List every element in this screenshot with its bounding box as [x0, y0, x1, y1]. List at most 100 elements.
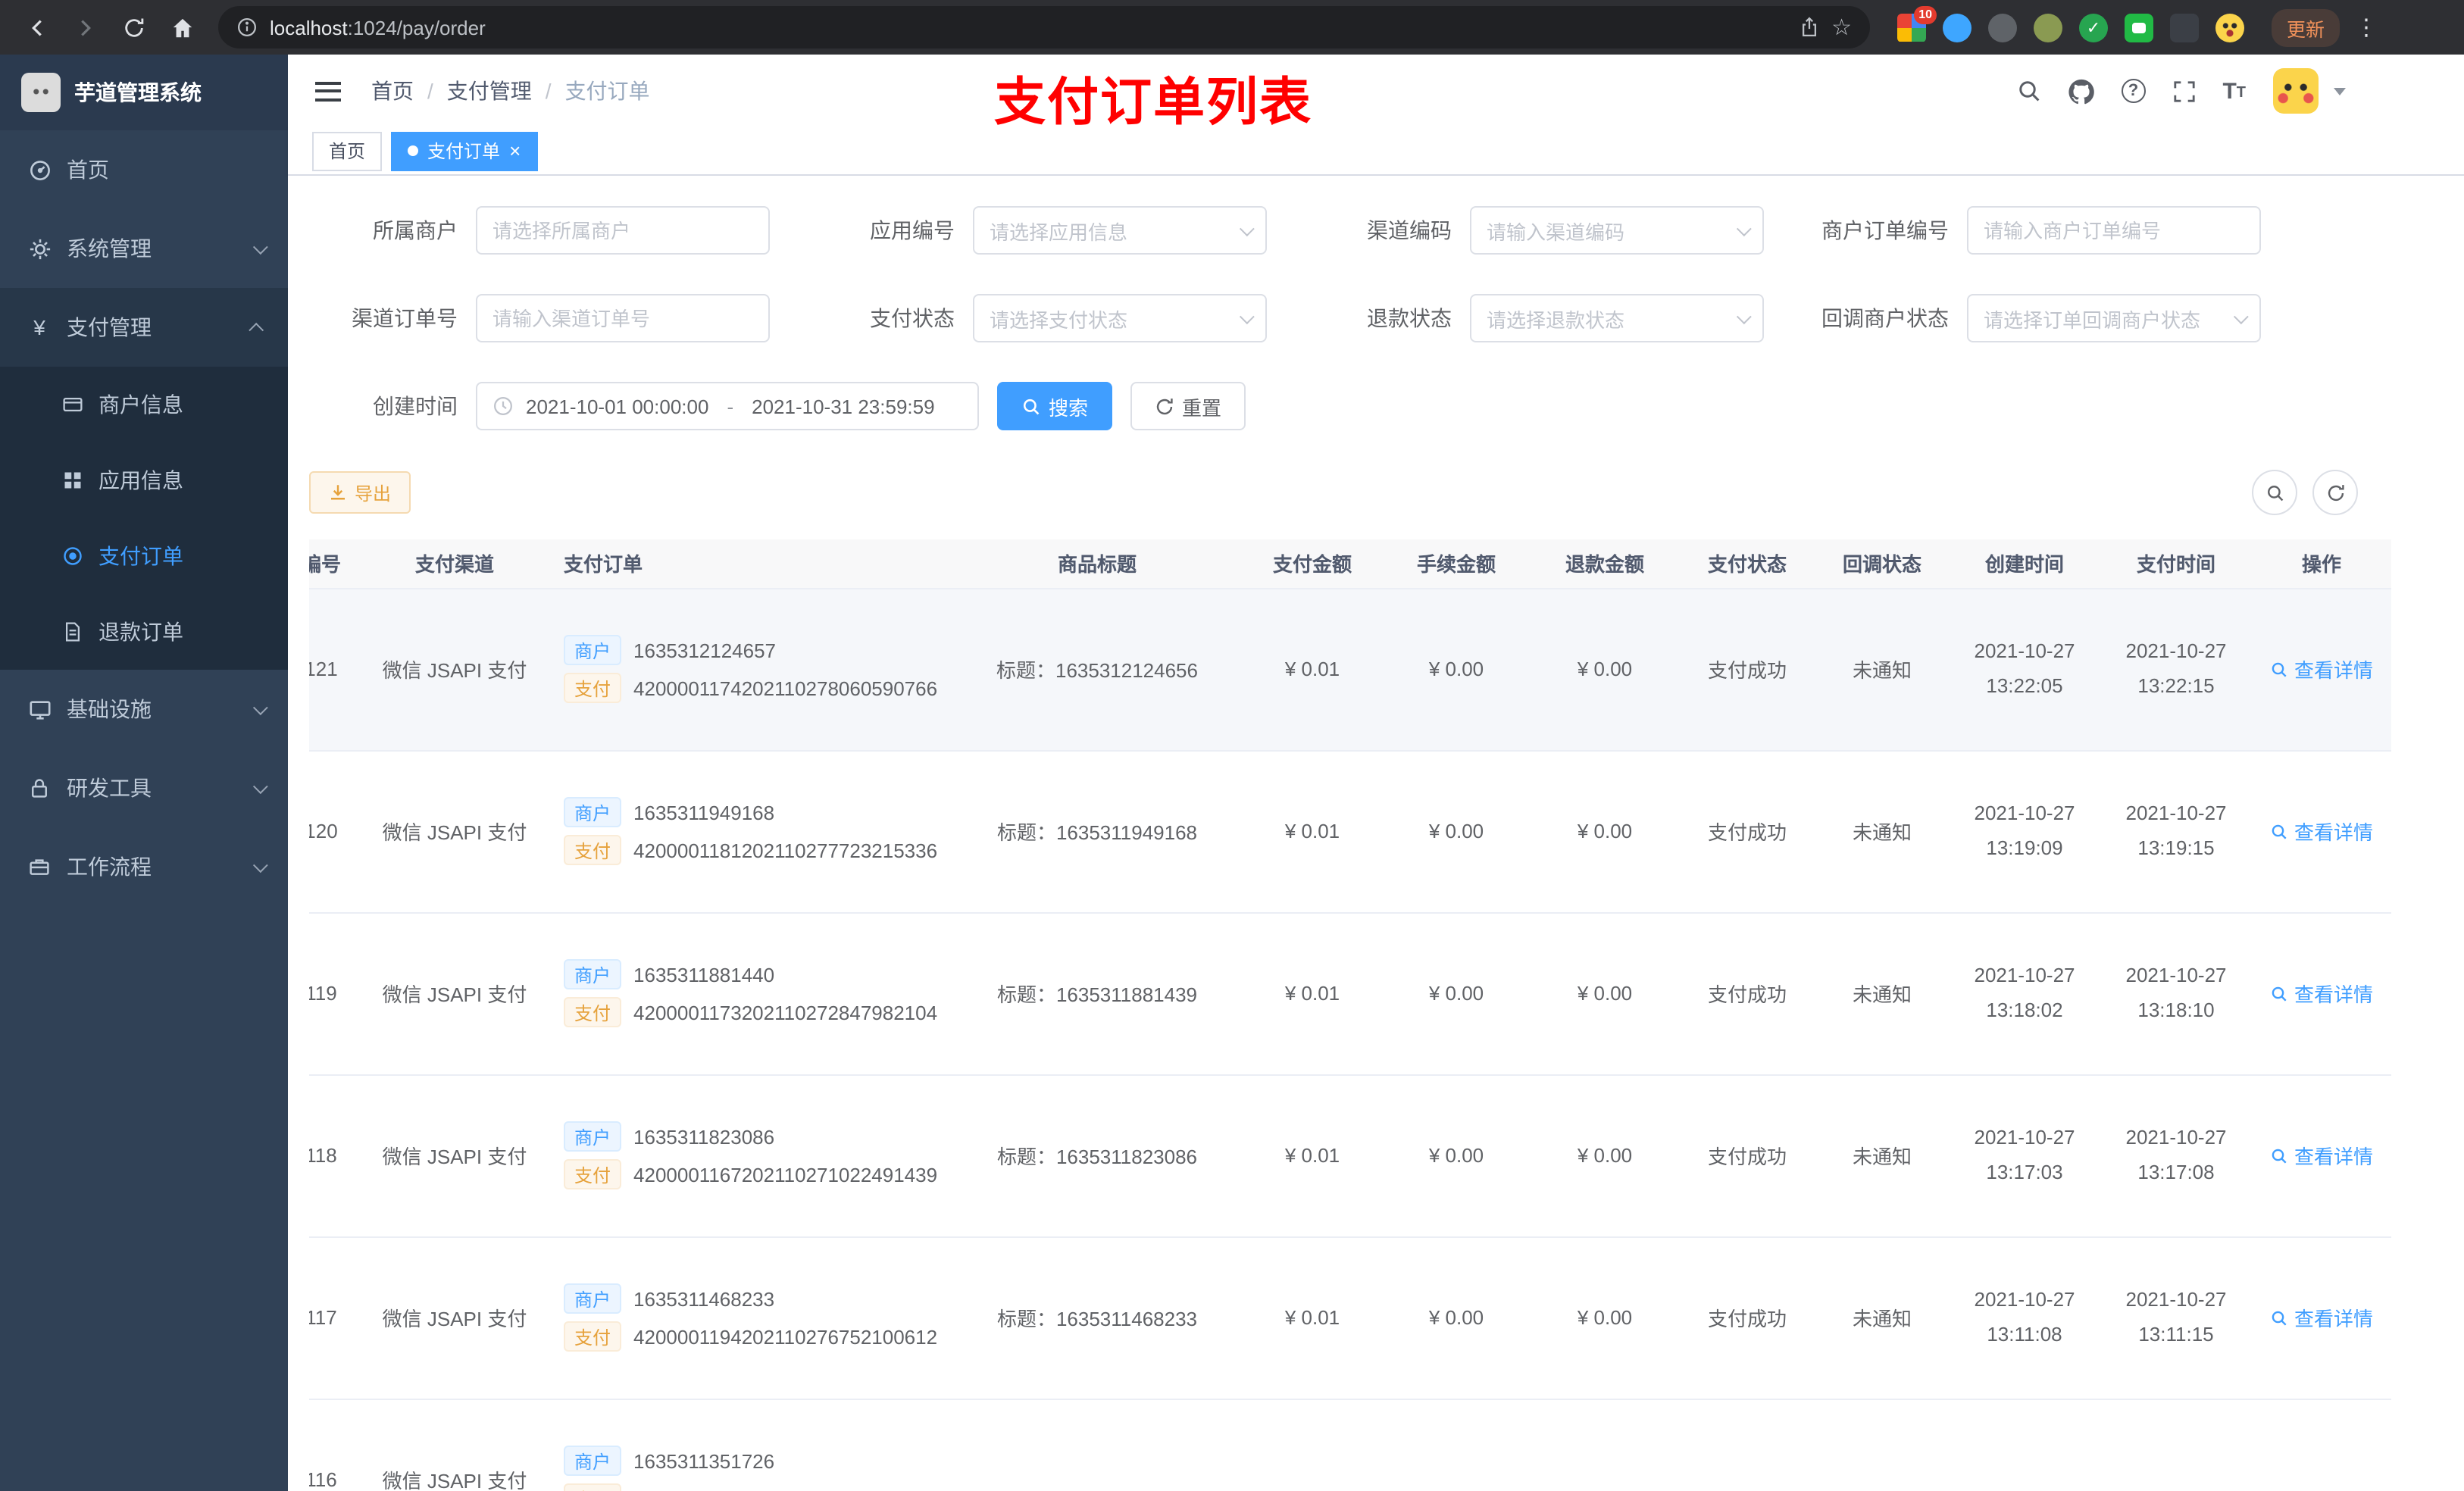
view-detail-link[interactable]: 查看详情 — [2270, 817, 2373, 846]
search-button[interactable]: 搜索 — [997, 382, 1113, 430]
export-button[interactable]: 导出 — [309, 471, 411, 514]
breadcrumb-payment[interactable]: 支付管理 — [447, 76, 532, 106]
cell-order: 商户 1635311823086 支付 4200001167202110271022… — [546, 1074, 952, 1237]
view-detail-link[interactable]: 查看详情 — [2270, 979, 2373, 1008]
sidebar-toggle-icon[interactable] — [312, 75, 344, 107]
reset-button-label: 重置 — [1182, 396, 1222, 419]
cell-order: 商户 1635311351726 支付 — [546, 1399, 952, 1491]
merchant-order-no-input[interactable] — [1967, 206, 2261, 255]
date-end-value: 2021-10-31 23:59:59 — [752, 395, 935, 417]
column-header-channel: 支付渠道 — [364, 539, 546, 589]
share-icon[interactable] — [1798, 17, 1819, 38]
view-detail-link[interactable]: 查看详情 — [2270, 1303, 2373, 1332]
view-detail-link[interactable]: 查看详情 — [2270, 1141, 2373, 1170]
cell-pay-time — [2100, 1399, 2252, 1491]
extension-dark-icon[interactable] — [1988, 13, 2017, 42]
site-info-icon[interactable] — [236, 17, 258, 38]
home-icon[interactable] — [161, 6, 203, 48]
bookmark-star-icon[interactable]: ☆ — [1831, 14, 1852, 41]
sidebar-item-label: 退款订单 — [98, 620, 183, 644]
cell-channel: 微信 JSAPI 支付 — [364, 1399, 546, 1491]
browser-menu-icon[interactable]: ⋮ — [2355, 14, 2378, 41]
breadcrumb: 首页 / 支付管理 / 支付订单 — [371, 76, 650, 106]
tab-pay-order[interactable]: 支付订单 × — [391, 131, 538, 170]
cell-amount: ¥ 0.01 — [1243, 1236, 1382, 1399]
sidebar-item-pay-order[interactable]: 支付订单 — [0, 518, 288, 594]
extension-emoji-icon[interactable] — [2215, 13, 2244, 42]
help-icon[interactable]: ? — [2121, 79, 2146, 103]
cell-title: 标题：1635311949168 — [952, 750, 1243, 913]
close-icon[interactable]: × — [509, 141, 521, 161]
sidebar-item-home[interactable]: 首页 — [0, 130, 288, 209]
create-time-range-picker[interactable]: 2021-10-01 00:00:00 - 2021-10-31 23:59:5… — [476, 382, 979, 430]
pay-tag: 支付 — [564, 1159, 622, 1189]
extension-chat-icon[interactable] — [2125, 13, 2153, 42]
reload-icon[interactable] — [112, 6, 155, 48]
notify-status-select[interactable]: 请选择订单回调商户状态 — [1967, 294, 2261, 342]
sidebar-item-infrastructure[interactable]: 基础设施 — [0, 670, 288, 749]
channel-order-no-input[interactable] — [476, 294, 770, 342]
extension-pin-icon[interactable] — [2170, 13, 2199, 42]
search-icon — [2272, 986, 2287, 1001]
refresh-table-button[interactable] — [2312, 470, 2358, 515]
sidebar-item-merchant-info[interactable]: 商户信息 — [0, 367, 288, 442]
breadcrumb-current: 支付订单 — [564, 79, 650, 103]
extension-drop-icon[interactable] — [1943, 13, 1972, 42]
table-row: 119 微信 JSAPI 支付 商户 1635311881440 支付 420000… — [309, 912, 2391, 1075]
app-select[interactable]: 请选择应用信息 — [973, 206, 1267, 255]
select-placeholder: 请输入渠道编码 — [1487, 220, 1625, 243]
search-button-label: 搜索 — [1049, 396, 1089, 419]
sidebar-item-app-info[interactable]: 应用信息 — [0, 442, 288, 518]
tab-home[interactable]: 首页 — [312, 131, 383, 170]
chevron-down-icon — [2233, 308, 2249, 324]
search-icon[interactable] — [2016, 79, 2040, 103]
sidebar-item-refund-order[interactable]: 退款订单 — [0, 594, 288, 670]
sidebar-item-label: 系统管理 — [67, 236, 152, 261]
breadcrumb-home[interactable]: 首页 — [371, 76, 414, 106]
font-size-icon[interactable]: TT — [2222, 80, 2246, 102]
select-placeholder: 请选择支付状态 — [990, 308, 1128, 331]
column-header-title: 商品标题 — [952, 539, 1243, 589]
tab-label: 支付订单 — [427, 141, 501, 162]
extension-olive-icon[interactable] — [2034, 13, 2062, 42]
field-label-channel-order-no: 渠道订单号 — [352, 306, 458, 330]
cell-create-time: 2021-10-27 13:11:08 — [1949, 1236, 2100, 1399]
avatar[interactable] — [2273, 68, 2319, 114]
github-icon[interactable] — [2068, 78, 2094, 104]
cell-id: 121 — [309, 588, 364, 751]
chevron-down-icon — [1736, 308, 1752, 324]
cell-notify: 未通知 — [1815, 588, 1949, 751]
cell-refund: ¥ 0.00 — [1531, 912, 1679, 1075]
toggle-search-button[interactable] — [2252, 470, 2297, 515]
sidebar-item-payment[interactable]: ¥ 支付管理 — [0, 288, 288, 367]
field-label-notify-status: 回调商户状态 — [1821, 306, 1949, 330]
column-header-fee: 手续金额 — [1382, 539, 1531, 589]
briefcase-icon — [27, 856, 52, 877]
browser-update-button[interactable]: 更新 — [2272, 8, 2340, 46]
sidebar-item-system[interactable]: 系统管理 — [0, 209, 288, 288]
sidebar-item-dev-tools[interactable]: 研发工具 — [0, 749, 288, 827]
address-bar[interactable]: localhost:1024/pay/order ☆ — [218, 6, 1870, 48]
refund-status-select[interactable]: 请选择退款状态 — [1470, 294, 1764, 342]
cell-actions: 查看详情 — [2252, 912, 2391, 1075]
back-icon[interactable] — [15, 6, 58, 48]
merchant-tag: 商户 — [564, 1446, 622, 1476]
view-detail-link[interactable]: 查看详情 — [2270, 655, 2373, 683]
caret-down-icon[interactable] — [2334, 87, 2346, 95]
extension-grid-icon[interactable]: 10 — [1897, 5, 1937, 42]
date-separator: - — [727, 395, 734, 417]
pay-tag: 支付 — [564, 997, 622, 1027]
reset-button[interactable]: 重置 — [1130, 382, 1246, 430]
table-row: 121 微信 JSAPI 支付 商户 1635312124657 支付 420000… — [309, 588, 2391, 751]
cell-refund: ¥ 0.00 — [1531, 588, 1679, 751]
pay-status-select[interactable]: 请选择支付状态 — [973, 294, 1267, 342]
merchant-input[interactable] — [476, 206, 770, 255]
channel-code-select[interactable]: 请输入渠道编码 — [1470, 206, 1764, 255]
fullscreen-icon[interactable] — [2172, 80, 2195, 102]
sidebar-item-workflow[interactable]: 工作流程 — [0, 827, 288, 906]
cell-status: 支付成功 — [1679, 912, 1815, 1075]
view-detail-label: 查看详情 — [2294, 821, 2373, 844]
extension-check-icon[interactable]: ✓ — [2079, 13, 2108, 42]
forward-icon[interactable] — [64, 6, 106, 48]
cell-order: 商户 1635311468233 支付 4200001194202110276752… — [546, 1236, 952, 1399]
